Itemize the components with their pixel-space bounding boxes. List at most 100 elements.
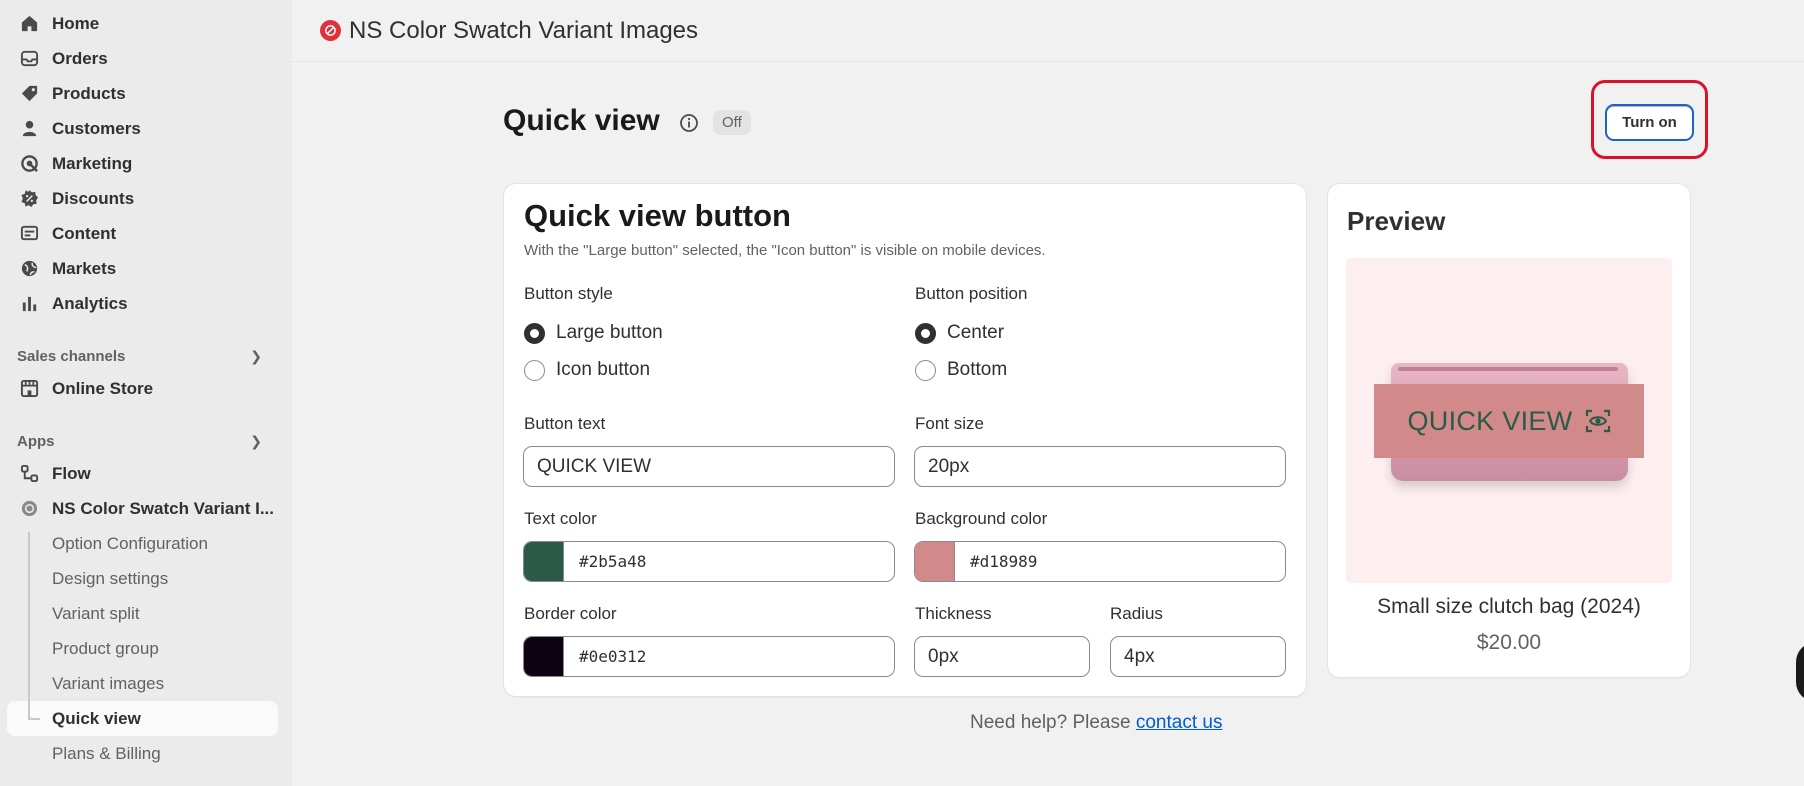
radio-label: Icon button: [556, 359, 651, 380]
radio-unselected[interactable]: [524, 359, 545, 381]
radio-unselected[interactable]: [915, 359, 936, 381]
background-color-swatch[interactable]: [915, 542, 955, 581]
inbox-icon: [18, 48, 40, 70]
globe-icon: [18, 258, 40, 280]
quick-view-preview-button[interactable]: QUICK VIEW: [1374, 384, 1644, 458]
flow-icon: [18, 463, 40, 485]
radio-selected[interactable]: [915, 322, 936, 344]
text-color-field[interactable]: #2b5a48: [523, 541, 895, 582]
sub-item-label: Plans & Billing: [52, 743, 161, 763]
sidebar-item-design-settings[interactable]: Design settings: [0, 561, 292, 596]
sub-item-label: Variant images: [52, 673, 165, 693]
sidebar-item-quick-view[interactable]: Quick view: [7, 701, 278, 736]
preview-title: Preview: [1347, 206, 1446, 236]
nav-label: Products: [52, 83, 126, 103]
font-size-input[interactable]: [914, 446, 1286, 487]
button-position-label: Button position: [915, 284, 1028, 303]
app-logo-icon: [320, 20, 341, 41]
discount-icon: [18, 188, 40, 210]
nav-item-discounts[interactable]: Discounts: [0, 181, 292, 216]
status-badge: Off: [713, 110, 751, 135]
sidebar-item-plans-billing[interactable]: Plans & Billing: [0, 736, 292, 771]
nav-item-markets[interactable]: Markets: [0, 251, 292, 286]
chevron-right-icon[interactable]: ❯: [250, 348, 262, 365]
tag-icon: [18, 83, 40, 105]
nav-item-flow[interactable]: Flow: [0, 456, 292, 491]
border-color-value: #0e0312: [579, 647, 647, 666]
card-title: Quick view button: [524, 198, 791, 233]
page-title: Quick view: [503, 104, 660, 137]
apps-header[interactable]: Apps ❯: [0, 426, 292, 456]
app-title: NS Color Swatch Variant Images: [349, 16, 699, 44]
sidebar-item-variant-split[interactable]: Variant split: [0, 596, 292, 631]
nav-label: NS Color Swatch Variant I...: [52, 498, 274, 518]
nav-item-products[interactable]: Products: [0, 76, 292, 111]
sidebar: Home Orders Products Customers Marketing…: [0, 0, 292, 786]
app-topbar: NS Color Swatch Variant Images: [292, 0, 1804, 62]
nav-item-content[interactable]: Content: [0, 216, 292, 251]
nav-label: Content: [52, 223, 117, 243]
sub-item-label: Product group: [52, 638, 159, 658]
sidebar-item-product-group[interactable]: Product group: [0, 631, 292, 666]
sub-item-label: Option Configuration: [52, 533, 208, 553]
text-color-label: Text color: [524, 509, 597, 528]
content-icon: [18, 223, 40, 245]
contact-us-link[interactable]: contact us: [1136, 712, 1223, 733]
sidebar-item-option-configuration[interactable]: Option Configuration: [0, 526, 292, 561]
thickness-label: Thickness: [915, 604, 992, 623]
sales-channels-header[interactable]: Sales channels ❯: [0, 341, 292, 371]
radius-input[interactable]: [1110, 636, 1286, 677]
nav-item-analytics[interactable]: Analytics: [0, 286, 292, 321]
font-size-label: Font size: [915, 414, 984, 433]
app-logo-icon: [18, 498, 40, 520]
text-color-value: #2b5a48: [579, 552, 647, 571]
button-text-label: Button text: [524, 414, 606, 433]
nav-label: Orders: [52, 48, 108, 68]
quick-view-settings-card: Quick view button With the "Large button…: [504, 184, 1306, 696]
nav-item-customers[interactable]: Customers: [0, 111, 292, 146]
button-text-input[interactable]: [523, 446, 895, 487]
border-color-label: Border color: [524, 604, 617, 623]
radio-center[interactable]: Center: [915, 322, 1004, 344]
chat-widget-button[interactable]: [1796, 642, 1804, 702]
nav-label: Customers: [52, 118, 141, 138]
chart-bar-icon: [18, 293, 40, 315]
section-heading: Apps: [17, 432, 55, 450]
border-color-field[interactable]: #0e0312: [523, 636, 895, 677]
target-icon: [18, 153, 40, 175]
nav-label: Marketing: [52, 153, 133, 173]
background-color-value: #d18989: [970, 552, 1038, 571]
nav-item-online-store[interactable]: Online Store: [0, 371, 292, 406]
home-icon: [18, 13, 40, 35]
nav-item-marketing[interactable]: Marketing: [0, 146, 292, 181]
radio-bottom[interactable]: Bottom: [915, 359, 1007, 381]
section-heading: Sales channels: [17, 347, 126, 365]
turn-on-button[interactable]: Turn on: [1605, 104, 1694, 141]
background-color-field[interactable]: #d18989: [914, 541, 1286, 582]
info-icon[interactable]: [679, 113, 699, 133]
eye-scan-icon: [1585, 409, 1610, 433]
button-style-label: Button style: [524, 284, 613, 303]
chevron-right-icon[interactable]: ❯: [250, 433, 262, 450]
sub-item-label: Variant split: [52, 603, 140, 623]
text-color-swatch[interactable]: [524, 542, 564, 581]
help-prefix: Need help? Please: [970, 712, 1136, 733]
thickness-input[interactable]: [914, 636, 1090, 677]
sidebar-item-variant-images[interactable]: Variant images: [0, 666, 292, 701]
nav-item-orders[interactable]: Orders: [0, 41, 292, 76]
product-name: Small size clutch bag (2024): [1377, 595, 1641, 618]
radio-label: Large button: [556, 322, 663, 343]
radio-selected[interactable]: [524, 322, 545, 344]
nav-label: Analytics: [52, 293, 128, 313]
product-price: $20.00: [1476, 631, 1542, 654]
product-image: QUICK VIEW: [1346, 258, 1672, 583]
radio-large-button[interactable]: Large button: [524, 322, 663, 344]
border-color-swatch[interactable]: [524, 637, 564, 676]
nav-label: Markets: [52, 258, 117, 278]
nav-item-ns-color-swatch[interactable]: NS Color Swatch Variant I...: [0, 491, 292, 526]
tree-line: [28, 532, 30, 720]
radio-icon-button[interactable]: Icon button: [524, 359, 650, 381]
tree-elbow: [28, 708, 40, 720]
nav-item-home[interactable]: Home: [0, 6, 292, 41]
radio-label: Bottom: [947, 359, 1008, 380]
